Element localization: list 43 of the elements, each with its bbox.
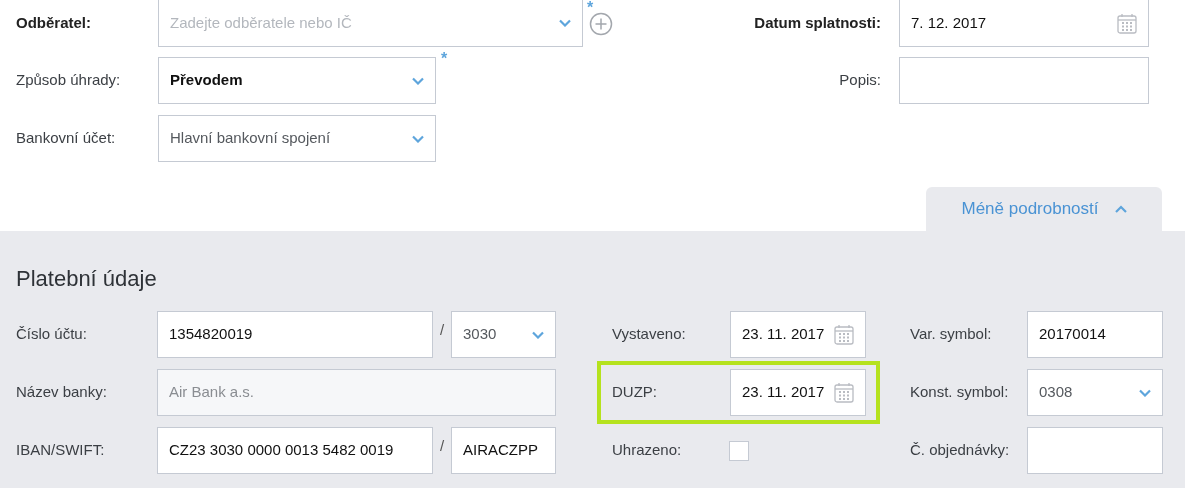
field-label: Odběratel: — [16, 13, 92, 34]
description-field[interactable] — [899, 57, 1149, 104]
field-label: Popis: — [839, 70, 881, 91]
calendar-icon[interactable] — [1117, 12, 1137, 34]
required-mark: * — [587, 0, 594, 16]
chevron-down-icon — [532, 330, 544, 339]
section-title: Platební údaje — [16, 265, 158, 293]
field-label: Uhrazeno: — [612, 440, 683, 461]
swift-field[interactable]: AIRACZPP — [451, 427, 556, 474]
chevron-down-icon — [1139, 388, 1151, 397]
field-label: Datum splatnosti: — [754, 13, 881, 34]
checkbox[interactable] — [729, 440, 749, 461]
order-number-field[interactable] — [1027, 427, 1163, 474]
date-field[interactable]: 23. 11. 2017 — [730, 311, 866, 358]
variable-symbol-field[interactable]: 20170014 — [1027, 311, 1163, 358]
calendar-icon[interactable] — [834, 324, 854, 345]
field-label: Vystaveno: — [612, 324, 687, 345]
required-mark: * — [441, 51, 448, 67]
date-field[interactable]: 7. 12. 2017 — [899, 0, 1149, 47]
bank-code-select[interactable]: 3030 — [451, 311, 556, 358]
field-label: DUZP: — [612, 382, 658, 403]
separator: / — [438, 436, 446, 456]
calendar-icon[interactable] — [834, 382, 854, 403]
date-field[interactable]: 23. 11. 2017 — [730, 369, 866, 416]
field-label: IBAN/SWIFT: — [16, 440, 106, 461]
field-label: Č. objednávky: — [910, 440, 1011, 461]
add-icon[interactable] — [589, 11, 613, 36]
payment-method-select[interactable]: Převodem — [158, 57, 436, 104]
field-label: Var. symbol: — [910, 324, 993, 345]
account-number-field[interactable]: 1354820019 — [157, 311, 433, 358]
chevron-up-icon — [1114, 205, 1127, 213]
field-label: Číslo účtu: — [16, 324, 88, 345]
bank-account-select[interactable]: Hlavní bankovní spojení — [158, 115, 436, 162]
field-label: Způsob úhrady: — [16, 70, 122, 91]
chevron-down-icon — [412, 134, 424, 143]
separator: / — [438, 320, 446, 340]
field-label: Název banky: — [16, 382, 108, 403]
chevron-down-icon — [412, 76, 424, 85]
field-label: Konst. symbol: — [910, 382, 1010, 403]
constant-symbol-select[interactable]: 0308 — [1027, 369, 1163, 416]
field-label: Bankovní účet: — [16, 128, 117, 149]
iban-field[interactable]: CZ23 3030 0000 0013 5482 0019 — [157, 427, 433, 474]
chevron-down-icon — [559, 19, 571, 27]
